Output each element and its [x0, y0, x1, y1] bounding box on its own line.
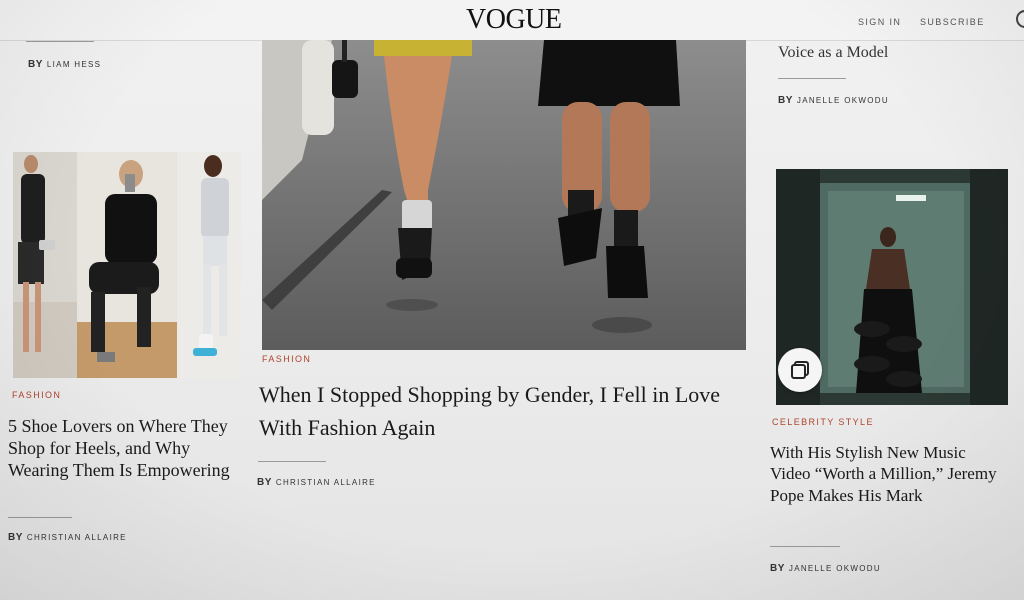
subscribe-link[interactable]: SUBSCRIBE: [920, 17, 985, 27]
divider: [778, 78, 846, 79]
category-fashion[interactable]: FASHION: [262, 354, 311, 364]
headline-jeremy-pope[interactable]: With His Stylish New Music Video “Worth …: [770, 442, 1010, 506]
author-name[interactable]: LIAM HESS: [47, 60, 101, 69]
author-name[interactable]: JANELLE OKWODU: [789, 564, 881, 573]
article-image-street-style[interactable]: [262, 40, 746, 350]
vogue-logo[interactable]: VOGUE: [466, 4, 562, 36]
headline-shoe-lovers[interactable]: 5 Shoe Lovers on Where They Shop for Hee…: [8, 416, 230, 482]
headline-stopped-shopping-by-gender[interactable]: When I Stopped Shopping by Gender, I Fel…: [259, 378, 749, 444]
author-name[interactable]: CHRISTIAN ALLAIRE: [27, 533, 127, 542]
partial-headline-voice-as-a-model[interactable]: Voice as a Model: [778, 44, 888, 62]
byline-prefix: BY: [778, 95, 793, 106]
divider: [8, 517, 72, 518]
byline-prefix: BY: [770, 563, 785, 574]
gallery-icon[interactable]: [778, 348, 822, 392]
byline-janelle-okwodu: BY JANELLE OKWODU: [778, 95, 889, 106]
byline-prefix: BY: [257, 477, 272, 488]
divider: [26, 41, 94, 42]
vogue-page: VOGUE SIGN IN SUBSCRIBE BY LIAM HESS FAS…: [0, 0, 1024, 600]
byline-christian-allaire: BY CHRISTIAN ALLAIRE: [257, 477, 376, 488]
article-image-shoe-lovers[interactable]: [13, 152, 241, 378]
byline-prefix: BY: [8, 532, 23, 543]
author-name[interactable]: CHRISTIAN ALLAIRE: [276, 478, 376, 487]
account-icon[interactable]: [1016, 10, 1024, 28]
author-name[interactable]: JANELLE OKWODU: [797, 96, 889, 105]
category-celebrity-style[interactable]: CELEBRITY STYLE: [772, 417, 874, 427]
street-photo-illustration: [262, 40, 746, 350]
divider: [258, 461, 326, 462]
divider: [770, 546, 840, 547]
byline-liam-hess: BY LIAM HESS: [28, 59, 101, 70]
collage-illustration: [13, 152, 241, 378]
category-fashion[interactable]: FASHION: [12, 390, 61, 400]
byline-christian-allaire: BY CHRISTIAN ALLAIRE: [8, 532, 127, 543]
top-navigation-bar: VOGUE SIGN IN SUBSCRIBE: [0, 0, 1024, 41]
byline-janelle-okwodu: BY JANELLE OKWODU: [770, 563, 881, 574]
byline-prefix: BY: [28, 59, 43, 70]
sign-in-link[interactable]: SIGN IN: [858, 17, 901, 27]
stacked-squares-icon: [791, 361, 809, 379]
